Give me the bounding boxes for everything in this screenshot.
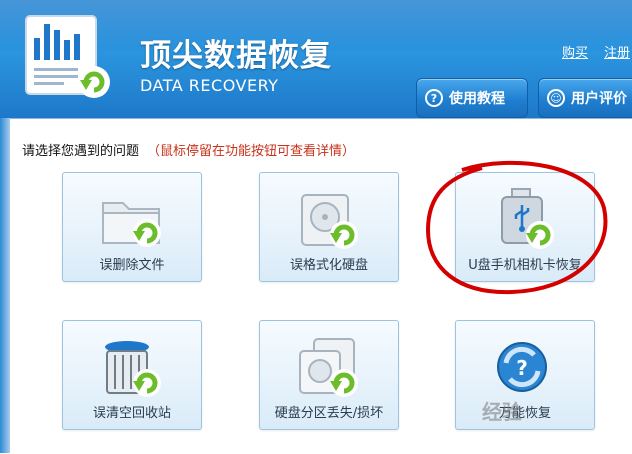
review-button-label: 用户评价 <box>571 91 627 107</box>
prompt-hint: （鼠标停留在功能按钮可查看详情） <box>147 144 356 159</box>
option-label: 误删除文件 <box>99 258 165 273</box>
tutorial-button[interactable]: ? 使用教程 <box>416 78 528 118</box>
app-title: 顶尖数据恢复 <box>140 38 332 74</box>
option-usb-camera-card[interactable]: U盘手机相机卡恢复 <box>455 172 595 282</box>
app-subtitle: DATA RECOVERY <box>140 76 279 95</box>
option-label: 万能恢复 <box>498 406 551 421</box>
buy-link[interactable]: 购买 <box>562 42 588 61</box>
option-partition-lost[interactable]: 硬盘分区丢失/损坏 <box>259 320 399 430</box>
option-label: 硬盘分区丢失/损坏 <box>274 406 384 421</box>
option-label: 误清空回收站 <box>92 406 171 421</box>
watermark: 经验 <box>482 400 522 424</box>
tutorial-button-label: 使用教程 <box>449 91 505 107</box>
svg-text:?: ? <box>516 356 528 380</box>
problem-prompt: 请选择您遇到的问题 （鼠标停留在功能按钮可查看详情） <box>22 140 355 159</box>
option-label: 误格式化硬盘 <box>289 258 368 273</box>
panel-left-edge <box>0 118 10 453</box>
register-link[interactable]: 注册 <box>604 42 630 61</box>
option-label: U盘手机相机卡恢复 <box>468 258 582 273</box>
help-icon: ? <box>425 89 443 107</box>
universal-recover-icon: ? <box>497 342 547 392</box>
folder-recover-icon <box>102 202 161 247</box>
option-formatted-disk[interactable]: 误格式化硬盘 <box>259 172 399 282</box>
app-logo-icon <box>25 15 110 98</box>
option-emptied-recycle-bin[interactable]: 误清空回收站 <box>62 320 202 430</box>
option-deleted-files[interactable]: 误删除文件 <box>62 172 202 282</box>
review-button[interactable]: ☺ 用户评价 <box>538 78 632 118</box>
recycle-bin-recover-icon <box>105 341 161 397</box>
usb-drive-recover-icon <box>501 188 554 249</box>
prompt-text: 请选择您遇到的问题 <box>22 144 140 159</box>
harddisk-recover-icon <box>301 194 358 249</box>
app-header: 顶尖数据恢复 DATA RECOVERY 购买 注册 ? 使用教程 ☺ 用户评价 <box>0 0 632 118</box>
option-universal-recovery[interactable]: ? 万能恢复 <box>455 320 595 430</box>
review-icon: ☺ <box>547 89 565 107</box>
partition-recover-icon <box>299 338 358 397</box>
